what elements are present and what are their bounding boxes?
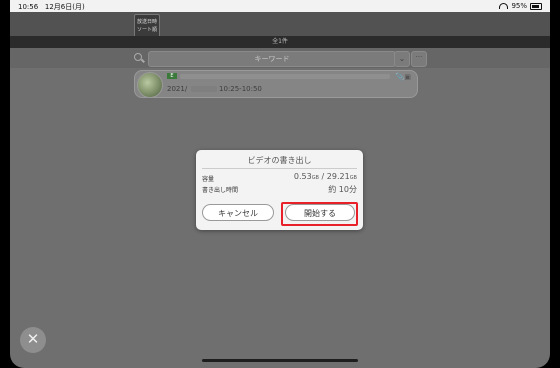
export-time-label: 書き出し時間: [202, 187, 239, 194]
recording-date-redacted: [191, 86, 217, 92]
dialog-title: ビデオの書き出し: [247, 156, 312, 165]
status-time: 10:56: [18, 3, 39, 11]
capacity-label: 容量: [202, 176, 215, 183]
recording-date: 2021/: [167, 85, 188, 93]
screen: 10:56 12月6日(月) 95% 放送日時 ソート順 全1件 キーワード ⌄…: [10, 0, 550, 368]
search-input[interactable]: キーワード: [148, 51, 396, 67]
capacity-separator: /: [319, 172, 327, 181]
capacity-value: 0.53GB / 29.21GB: [294, 172, 357, 181]
export-video-dialog: ビデオの書き出し 容量 0.53GB / 29.21GB 書き出し時間 約 10…: [196, 150, 363, 230]
start-button[interactable]: 開始する: [285, 204, 355, 221]
device-frame: 10:56 12月6日(月) 95% 放送日時 ソート順 全1件 キーワード ⌄…: [0, 0, 560, 368]
recording-time: 10:25-10:50: [219, 85, 262, 93]
search-row: キーワード ⌄ ···: [10, 48, 550, 68]
cancel-button[interactable]: キャンセル: [202, 204, 274, 221]
recording-list-item[interactable]: E 📎▣ 2021/ 10:25-10:50: [134, 70, 418, 98]
export-time-value: 約 10分: [328, 185, 357, 194]
capacity-total-unit: GB: [349, 175, 357, 181]
recording-status-icons: 📎▣: [395, 73, 411, 81]
toolbar: [10, 12, 550, 36]
recording-title-redacted: [180, 74, 390, 79]
capacity-used: 0.53: [293, 172, 312, 181]
more-icon[interactable]: ···: [411, 51, 427, 67]
capacity-used-unit: GB: [311, 175, 319, 181]
channel-badge: E: [167, 73, 177, 79]
home-indicator: [202, 359, 358, 362]
status-date: 12月6日(月): [44, 3, 85, 11]
status-bar: 10:56 12月6日(月) 95%: [10, 0, 550, 12]
chevron-down-icon[interactable]: ⌄: [394, 51, 410, 67]
sort-line-2: ソート順: [136, 27, 157, 33]
battery-icon: [530, 2, 542, 10]
battery-percent: 95%: [511, 2, 527, 10]
search-icon[interactable]: [134, 53, 142, 61]
dialog-divider: [202, 168, 357, 169]
sort-line-1: 放送日時: [136, 19, 157, 25]
capacity-total: 29.21: [326, 172, 350, 181]
result-count: 全1件: [10, 36, 550, 48]
close-icon[interactable]: ✕: [20, 327, 46, 353]
wifi-icon: [499, 3, 509, 9]
recording-thumbnail: [137, 72, 163, 98]
